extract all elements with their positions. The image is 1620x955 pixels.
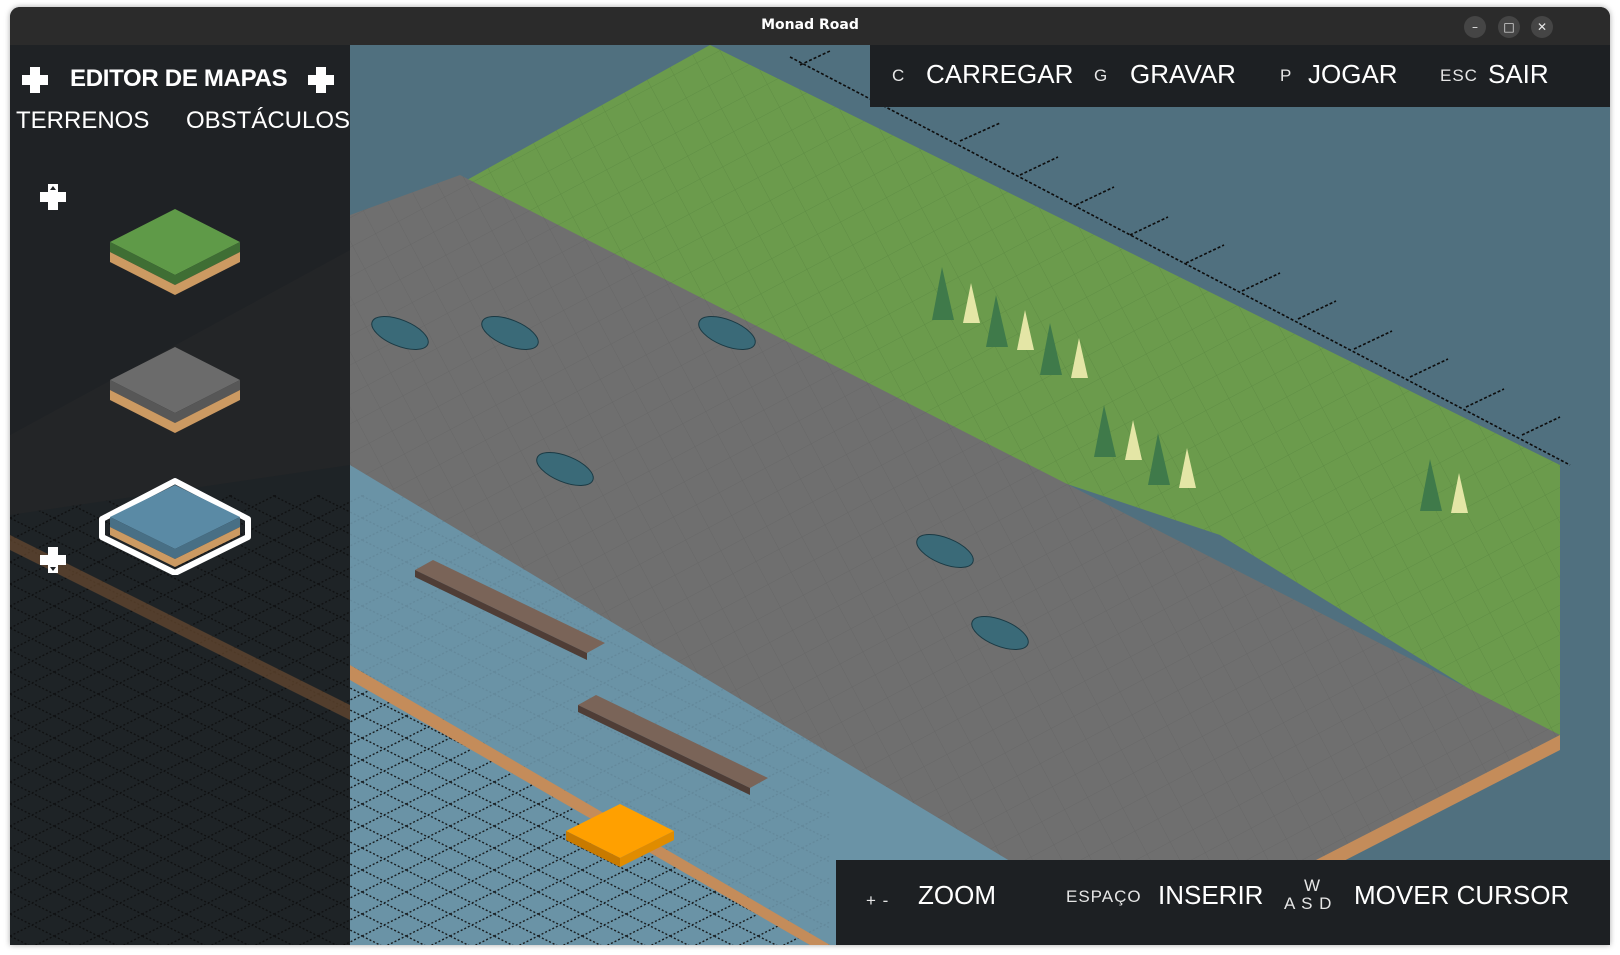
tile-water-selected[interactable] xyxy=(98,475,252,575)
minimize-button[interactable]: – xyxy=(1464,16,1486,38)
tile-road[interactable] xyxy=(105,345,245,435)
app-window: Monad Road – □ ✕ EDITOR DE MAPAS TERRENO… xyxy=(10,7,1610,945)
key-hint-p: P xyxy=(1280,66,1293,85)
tab-obstaculos[interactable]: OBSTÁCULOS xyxy=(186,107,350,135)
scroll-down-icon[interactable] xyxy=(38,545,68,575)
maximize-button[interactable]: □ xyxy=(1498,16,1520,38)
save-button[interactable]: GRAVAR xyxy=(1130,59,1236,90)
key-hint-asd: A S D xyxy=(1284,894,1333,913)
key-hint-zoom: + - xyxy=(866,891,890,910)
dpad-icon xyxy=(22,67,48,93)
tab-terrenos[interactable]: TERRENOS xyxy=(16,107,149,135)
zoom-control[interactable]: ZOOM xyxy=(918,880,996,911)
key-hint-c: C xyxy=(892,66,906,85)
top-menu-bar: C CARREGAR G GRAVAR P JOGAR ESC SAIR xyxy=(870,45,1610,107)
close-button[interactable]: ✕ xyxy=(1531,16,1553,38)
scroll-up-icon[interactable] xyxy=(38,182,68,212)
key-hint-space: ESPAÇO xyxy=(1066,887,1142,906)
exit-button[interactable]: SAIR xyxy=(1488,59,1549,90)
editor-sidebar: EDITOR DE MAPAS TERRENOS OBSTÁCULOS xyxy=(10,45,360,945)
bottom-menu-bar: + - ZOOM ESPAÇO INSERIR W A S D MOVER CU… xyxy=(836,860,1610,945)
key-hint-esc: ESC xyxy=(1440,66,1478,85)
load-button[interactable]: CARREGAR xyxy=(926,59,1073,90)
title-bar: Monad Road – □ ✕ xyxy=(10,7,1610,45)
game-viewport[interactable]: EDITOR DE MAPAS TERRENOS OBSTÁCULOS C CA… xyxy=(10,45,1610,945)
insert-button[interactable]: INSERIR xyxy=(1158,880,1263,911)
window-title: Monad Road xyxy=(761,17,859,33)
play-button[interactable]: JOGAR xyxy=(1308,59,1398,90)
move-cursor-control[interactable]: MOVER CURSOR xyxy=(1354,880,1569,911)
tile-grass[interactable] xyxy=(105,207,245,297)
key-hint-w: W xyxy=(1304,876,1322,895)
key-hint-g: G xyxy=(1094,66,1109,85)
dpad-icon xyxy=(308,67,334,93)
editor-title: EDITOR DE MAPAS xyxy=(70,65,288,92)
